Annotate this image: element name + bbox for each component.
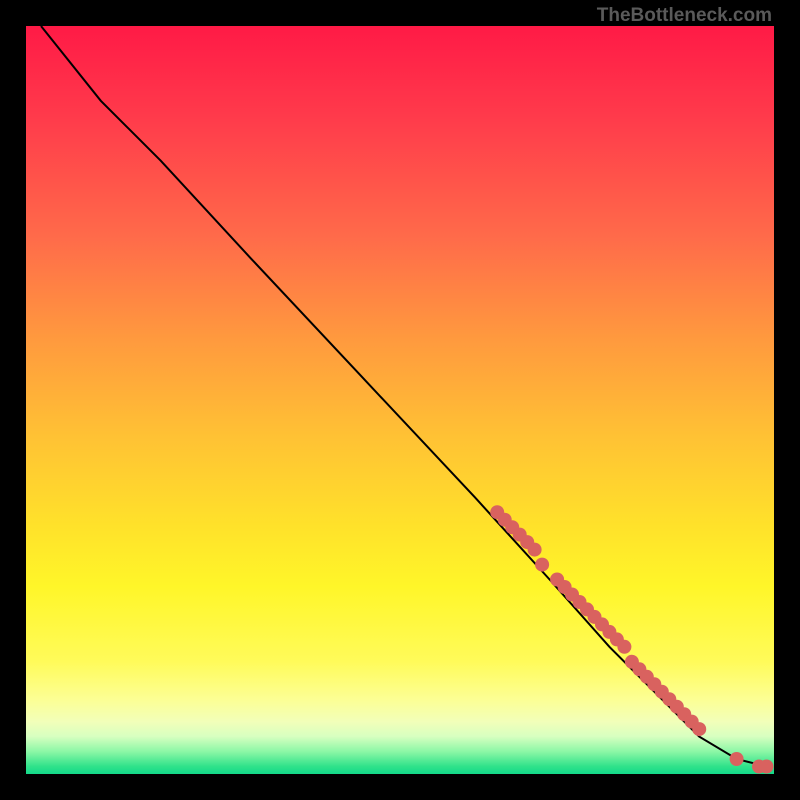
data-point: [730, 752, 744, 766]
data-point: [760, 760, 774, 774]
data-point: [535, 558, 549, 572]
data-point: [528, 543, 542, 557]
data-point: [617, 640, 631, 654]
bottleneck-curve: [41, 26, 767, 767]
chart-container: TheBottleneck.com: [0, 0, 800, 800]
data-point: [692, 722, 706, 736]
plot-svg: [26, 26, 774, 774]
attribution-label: TheBottleneck.com: [597, 6, 772, 25]
curve-line: [41, 26, 767, 767]
data-points: [490, 505, 773, 773]
